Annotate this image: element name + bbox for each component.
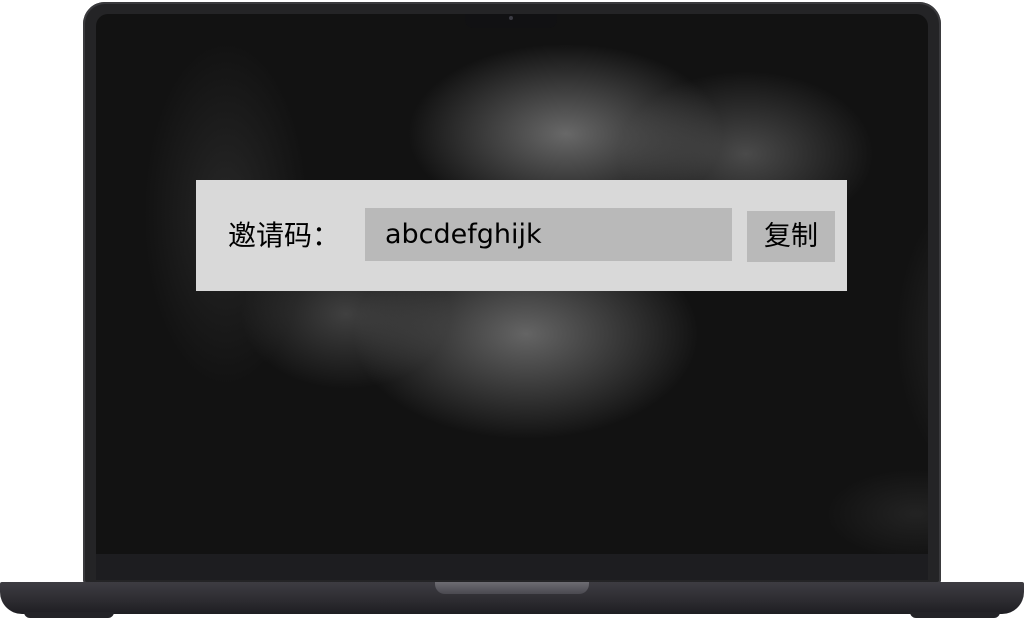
- screen-bottom-bezel: [96, 554, 928, 580]
- invite-code-panel: 邀请码： abcdefghijk 复制: [196, 180, 847, 291]
- invite-code-field[interactable]: abcdefghijk: [365, 208, 732, 261]
- copy-button[interactable]: 复制: [747, 211, 835, 262]
- laptop-foot-left: [24, 612, 114, 618]
- laptop-foot-right: [910, 612, 1000, 618]
- invite-code-label: 邀请码：: [228, 219, 341, 252]
- lid-opening-notch: [435, 582, 589, 594]
- laptop-mockup: 邀请码： abcdefghijk 复制: [0, 0, 1024, 624]
- camera-icon: [509, 16, 513, 20]
